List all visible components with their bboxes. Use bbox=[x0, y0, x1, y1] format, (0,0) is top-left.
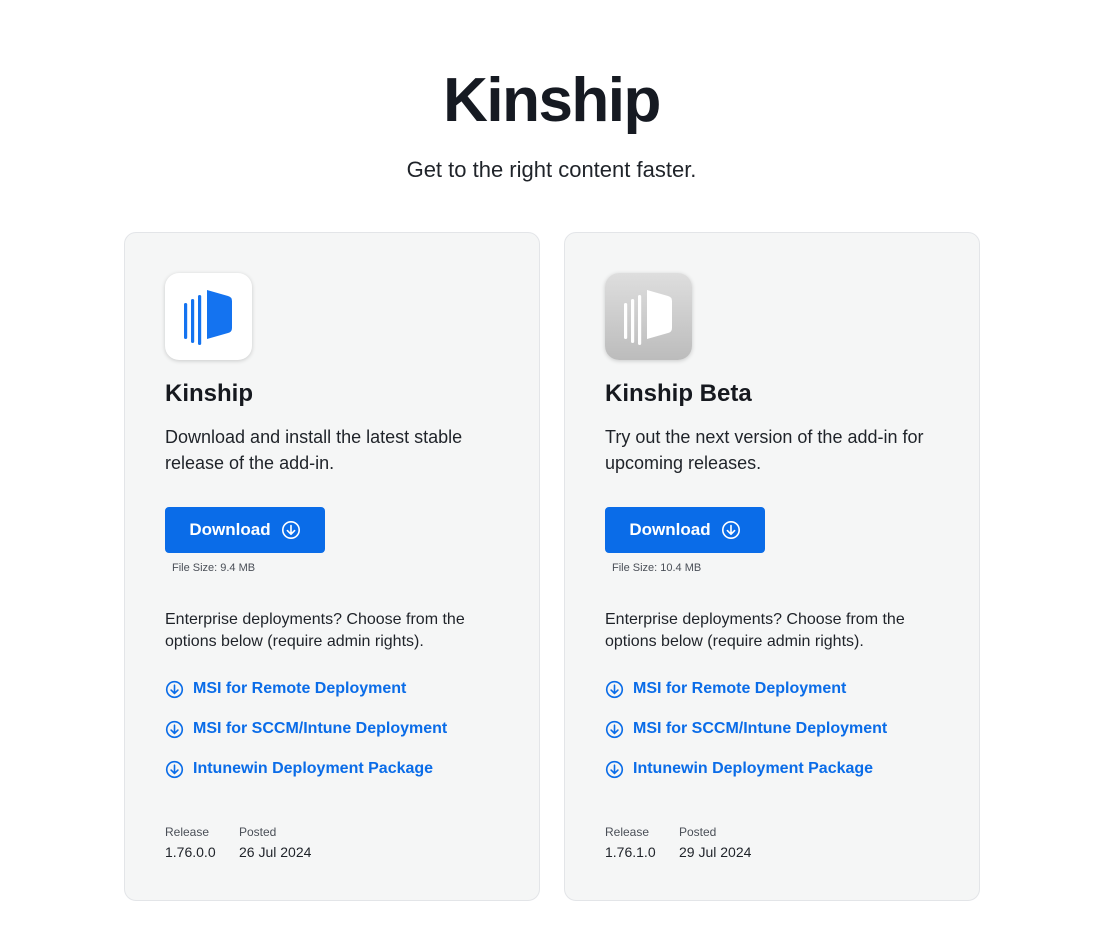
page-subtitle: Get to the right content faster. bbox=[406, 157, 697, 182]
card-title: Kinship Beta bbox=[605, 380, 752, 407]
link-label: MSI for SCCM/Intune Deployment bbox=[633, 720, 888, 737]
link-label: MSI for Remote Deployment bbox=[193, 680, 407, 697]
kinship-stable-card: Kinship Download and install the latest … bbox=[124, 232, 540, 901]
download-circle-icon bbox=[165, 720, 184, 738]
file-size-label: File Size: bbox=[172, 562, 218, 574]
posted-value: 26 Jul 2024 bbox=[239, 844, 312, 860]
link-label: Intunewin Deployment Package bbox=[633, 760, 874, 777]
file-size: File Size: 9.4 MB bbox=[172, 561, 255, 575]
download-circle-icon bbox=[721, 521, 740, 539]
link-label: Intunewin Deployment Package bbox=[193, 760, 434, 777]
intunewin-deployment-package-link[interactable]: Intunewin Deployment Package bbox=[165, 758, 433, 780]
page-title: Kinship bbox=[443, 66, 661, 135]
posted-label: Posted bbox=[239, 825, 277, 839]
download-circle-icon bbox=[165, 760, 184, 778]
msi-remote-deployment-link[interactable]: MSI for Remote Deployment bbox=[605, 678, 846, 700]
file-size-label: File Size: bbox=[612, 562, 658, 574]
msi-sccm-intune-deployment-link[interactable]: MSI for SCCM/Intune Deployment bbox=[165, 718, 447, 740]
download-circle-icon bbox=[605, 680, 624, 698]
download-button[interactable]: Download bbox=[165, 507, 325, 553]
intunewin-deployment-package-link[interactable]: Intunewin Deployment Package bbox=[605, 758, 873, 780]
card-description: Try out the next version of the add-in f… bbox=[605, 427, 924, 473]
msi-remote-deployment-link[interactable]: MSI for Remote Deployment bbox=[165, 678, 406, 700]
enterprise-note: Enterprise deployments? Choose from the … bbox=[165, 611, 465, 650]
link-label: MSI for SCCM/Intune Deployment bbox=[193, 720, 448, 737]
kinship-beta-card: Kinship Beta Try out the next version of… bbox=[564, 232, 980, 901]
posted-value: 29 Jul 2024 bbox=[679, 844, 752, 860]
release-value: 1.76.0.0 bbox=[165, 844, 216, 860]
enterprise-note: Enterprise deployments? Choose from the … bbox=[605, 611, 905, 650]
download-circle-icon bbox=[605, 720, 624, 738]
release-value: 1.76.1.0 bbox=[605, 844, 656, 860]
file-size-value: 10.4 MB bbox=[660, 562, 702, 574]
posted-label: Posted bbox=[679, 825, 717, 839]
file-size: File Size: 10.4 MB bbox=[612, 561, 701, 575]
release-label: Release bbox=[165, 825, 210, 839]
download-button-label: Download bbox=[189, 520, 271, 539]
msi-sccm-intune-deployment-link[interactable]: MSI for SCCM/Intune Deployment bbox=[605, 718, 887, 740]
release-label: Release bbox=[605, 825, 650, 839]
kinship-app-icon bbox=[165, 273, 252, 360]
card-title: Kinship bbox=[165, 380, 253, 407]
download-circle-icon bbox=[605, 760, 624, 778]
kinship-beta-app-icon bbox=[605, 273, 692, 360]
card-description: Download and install the latest stable r… bbox=[165, 427, 463, 473]
download-button[interactable]: Download bbox=[605, 507, 765, 553]
download-button-label: Download bbox=[629, 520, 711, 539]
download-circle-icon bbox=[281, 521, 300, 539]
download-circle-icon bbox=[165, 680, 184, 698]
file-size-value: 9.4 MB bbox=[220, 562, 256, 574]
link-label: MSI for Remote Deployment bbox=[633, 680, 847, 697]
